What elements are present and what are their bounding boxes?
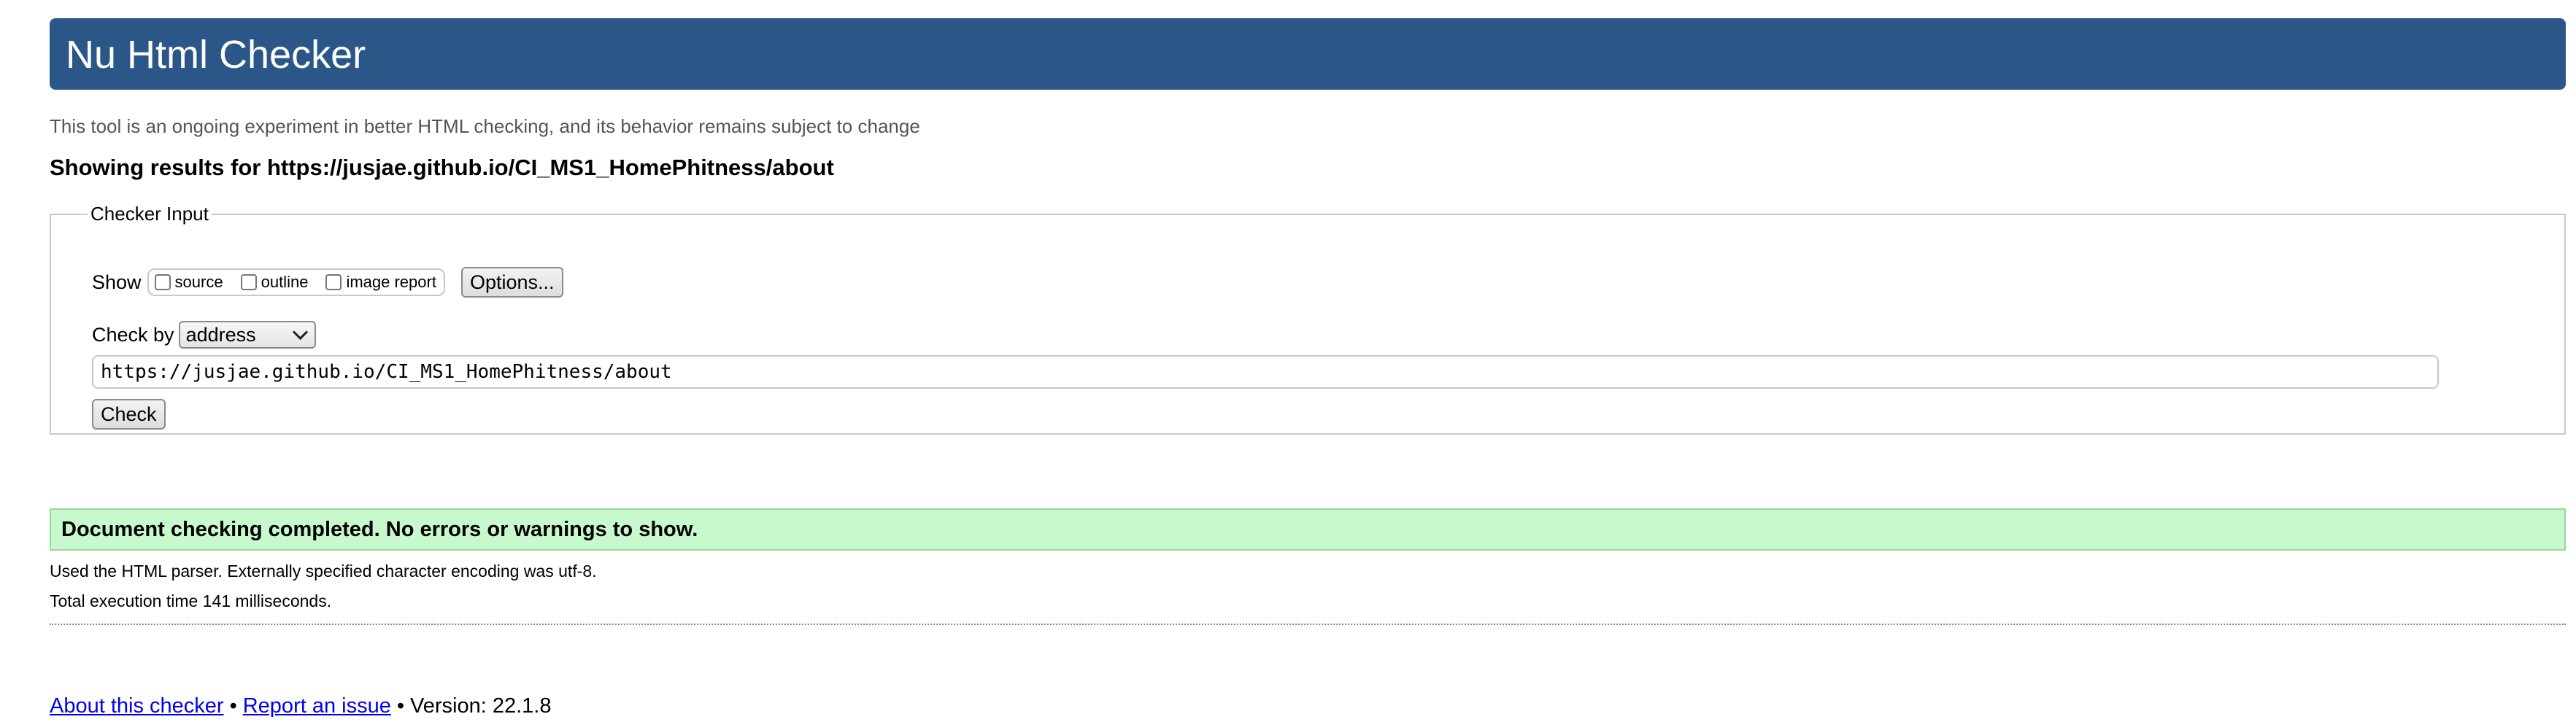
- about-checker-link[interactable]: About this checker: [50, 694, 224, 718]
- tagline: This tool is an ongoing experiment in be…: [50, 115, 920, 137]
- source-checkbox[interactable]: [154, 274, 171, 290]
- check-by-value: address: [185, 323, 256, 346]
- options-button[interactable]: Options...: [460, 267, 563, 298]
- source-label: source: [174, 273, 223, 291]
- footer-separator: •: [229, 694, 237, 718]
- version-text: Version: 22.1.8: [410, 694, 552, 718]
- show-label: Show: [92, 271, 142, 293]
- footer: About this checker • Report an issue • Versi…: [50, 694, 552, 718]
- results-heading: Showing results for https://jusjae.githu…: [50, 155, 834, 180]
- show-image-report-option[interactable]: image report: [325, 273, 436, 292]
- check-by-row: Check by address: [92, 319, 316, 351]
- parser-info: Used the HTML parser. Externally specifi…: [50, 562, 597, 581]
- header-banner: Nu Html Checker: [50, 18, 2566, 90]
- checker-input-legend: Checker Input: [90, 203, 209, 225]
- outline-label: outline: [261, 273, 309, 291]
- page: Nu Html Checker This tool is an ongoing …: [0, 0, 2576, 722]
- success-message: Document checking completed. No errors o…: [50, 508, 2566, 551]
- url-input[interactable]: https://jusjae.github.io/CI_MS1_HomePhit…: [92, 355, 2439, 389]
- show-options-group: source outline image report: [147, 268, 445, 296]
- show-source-option[interactable]: source: [154, 273, 223, 292]
- report-issue-link[interactable]: Report an issue: [243, 694, 391, 718]
- checker-input-fieldset: Checker Input Show source outline image …: [50, 203, 2566, 435]
- image-report-checkbox[interactable]: [325, 274, 342, 290]
- check-button[interactable]: Check: [92, 399, 166, 430]
- outline-checkbox[interactable]: [240, 274, 257, 290]
- show-outline-option[interactable]: outline: [240, 273, 309, 292]
- check-by-label: Check by: [92, 323, 174, 346]
- dotted-divider: [50, 624, 2566, 625]
- footer-separator: •: [396, 694, 405, 718]
- chevron-down-icon: [292, 324, 308, 340]
- show-row: Show source outline image report Options…: [92, 267, 563, 298]
- url-input-value: https://jusjae.github.io/CI_MS1_HomePhit…: [101, 361, 672, 383]
- page-title: Nu Html Checker: [66, 33, 366, 77]
- execution-time: Total execution time 141 milliseconds.: [50, 591, 332, 610]
- check-by-select[interactable]: address: [178, 321, 316, 349]
- image-report-label: image report: [346, 273, 436, 291]
